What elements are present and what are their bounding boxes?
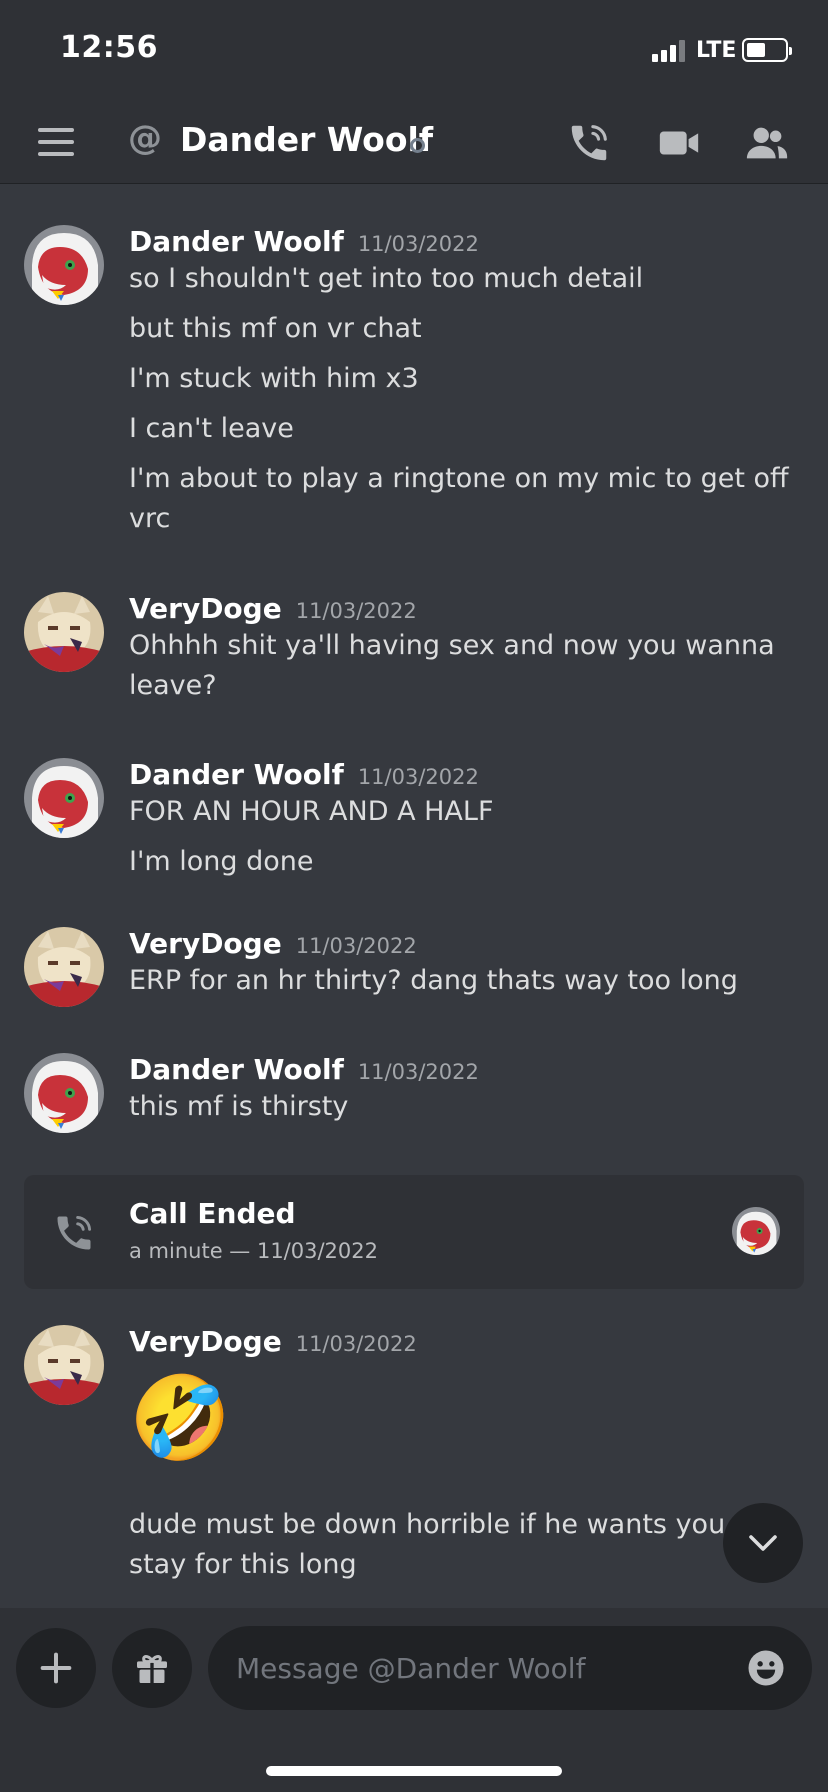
call-ended-card[interactable]: Call Ended a minute — 11/03/2022 — [24, 1175, 804, 1289]
channel-header: @ Dander Woolf — [0, 100, 828, 184]
voice-call-icon[interactable] — [566, 120, 612, 166]
call-ended-icon — [52, 1211, 96, 1255]
avatar[interactable] — [24, 1053, 104, 1133]
message-timestamp: 11/03/2022 — [357, 232, 479, 256]
message-author[interactable]: Dander Woolf — [129, 1053, 344, 1086]
message-text: this mf is thirsty — [129, 1091, 349, 1122]
avatar[interactable] — [24, 225, 104, 305]
message-author[interactable]: VeryDoge — [129, 927, 282, 960]
avatar[interactable] — [24, 1325, 104, 1405]
message-text: I'm about to play a ringtone on my mic t… — [129, 463, 789, 534]
avatar[interactable] — [24, 592, 104, 672]
message-input[interactable] — [236, 1626, 706, 1710]
gift-icon — [137, 1654, 167, 1683]
plus-icon — [40, 1652, 72, 1684]
members-icon[interactable] — [744, 120, 790, 166]
avatar[interactable] — [24, 927, 104, 1007]
message-text: I'm long done — [129, 846, 314, 877]
avatar[interactable] — [24, 758, 104, 838]
at-icon: @ — [128, 118, 162, 158]
message-header: VeryDoge 11/03/2022 — [129, 1325, 417, 1365]
top-bar: 12:56 LTE @ Dander Woolf — [0, 0, 828, 184]
message-timestamp: 11/03/2022 — [295, 1332, 417, 1356]
call-title: Call Ended — [129, 1197, 296, 1230]
message-timestamp: 11/03/2022 — [295, 934, 417, 958]
network-type: LTE — [696, 38, 737, 63]
message-text: but this mf on vr chat — [129, 313, 422, 344]
status-time: 12:56 — [60, 30, 158, 65]
message-text: ERP for an hr thirty? dang thats way too… — [129, 965, 738, 996]
emoji-message: 🤣 — [129, 1371, 232, 1466]
message-timestamp: 11/03/2022 — [295, 599, 417, 623]
message-input-container[interactable] — [208, 1626, 812, 1710]
message-author[interactable]: VeryDoge — [129, 1325, 282, 1358]
message-timestamp: 11/03/2022 — [357, 1060, 479, 1084]
message-author[interactable]: Dander Woolf — [129, 758, 344, 791]
cellular-signal-icon — [652, 38, 685, 62]
message-text: FOR AN HOUR AND A HALF — [129, 796, 494, 827]
message-text: so I shouldn't get into too much detail — [129, 263, 644, 294]
gift-button[interactable] — [112, 1628, 192, 1708]
scroll-to-bottom-button[interactable] — [723, 1503, 803, 1583]
presence-status-icon — [410, 138, 425, 153]
message-timestamp: 11/03/2022 — [357, 765, 479, 789]
status-bar: 12:56 LTE — [0, 0, 828, 100]
message-text: Ohhhh shit ya'll having sex and now you … — [129, 630, 775, 701]
message-composer — [0, 1608, 828, 1792]
battery-icon — [742, 38, 792, 62]
message-list[interactable]: Dander Woolf 11/03/2022 so I shouldn't ge… — [0, 185, 828, 1605]
message-author[interactable]: Dander Woolf — [129, 225, 344, 258]
message-text: I can't leave — [129, 413, 294, 444]
call-participant-avatar — [732, 1207, 780, 1255]
home-indicator — [266, 1766, 562, 1776]
channel-title[interactable]: Dander Woolf — [180, 120, 433, 159]
emoji-icon[interactable] — [746, 1648, 786, 1688]
video-call-icon[interactable] — [656, 120, 702, 166]
chevron-down-icon — [749, 1535, 777, 1551]
message-author[interactable]: VeryDoge — [129, 592, 282, 625]
menu-icon[interactable] — [38, 128, 74, 156]
message-text: I'm stuck with him x3 — [129, 363, 419, 394]
attach-button[interactable] — [16, 1628, 96, 1708]
call-subtitle: a minute — 11/03/2022 — [129, 1239, 378, 1263]
message-text: dude must be down horrible if he wants y… — [129, 1509, 761, 1580]
